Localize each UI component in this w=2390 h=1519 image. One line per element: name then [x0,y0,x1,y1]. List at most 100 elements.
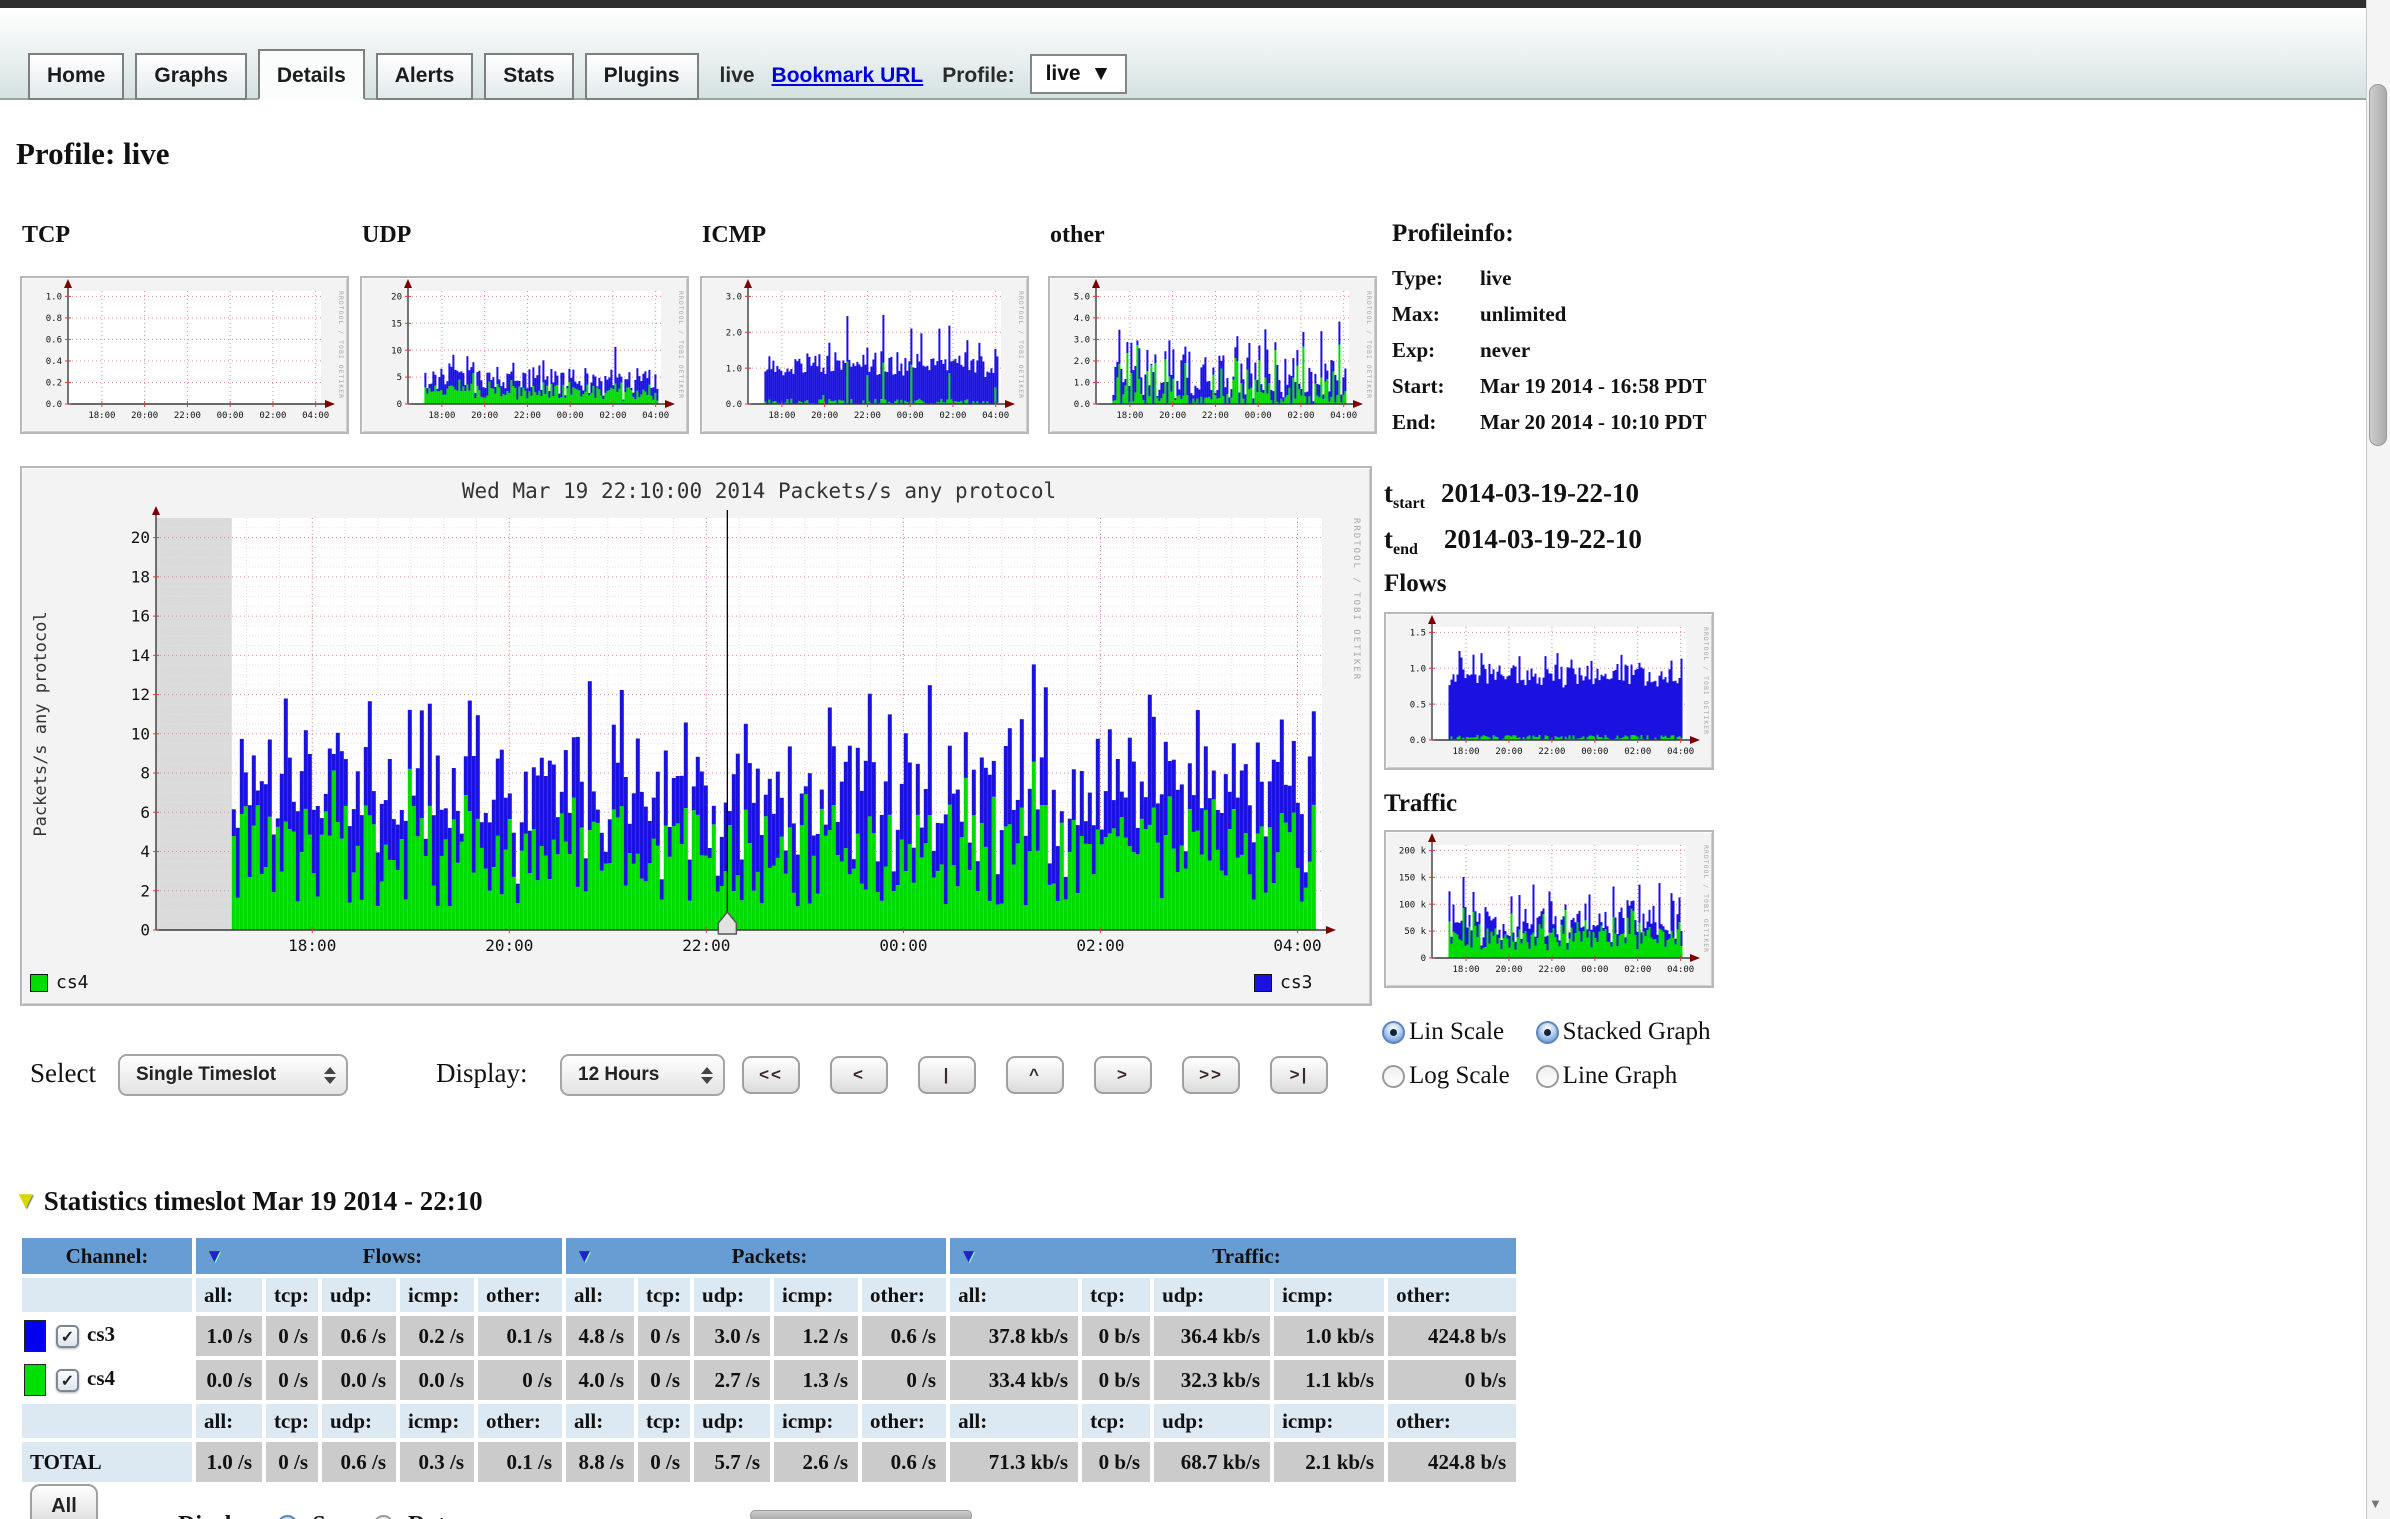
svg-text:02:00: 02:00 [599,411,626,421]
radio-option-line-graph[interactable]: Line Graph [1536,1062,1711,1090]
subheader-tcp: tcp: [1082,1278,1150,1312]
svg-text:0: 0 [1421,954,1426,964]
total-value: 0 /s [266,1442,318,1482]
total-value: 8.8 /s [566,1442,634,1482]
table-subheader-row: all:tcp:udp:icmp:other:all:tcp:udp:icmp:… [22,1278,1516,1312]
all-button[interactable]: All [30,1484,98,1519]
svg-text:04:00: 04:00 [302,411,329,421]
chevron-down-icon: ▼ [1091,62,1112,86]
stat-value: 0 /s [478,1360,562,1400]
chart-svg-other: 0.01.02.03.04.05.018:0020:0022:0000:0002… [1050,278,1375,432]
subheader-icmp: icmp: [774,1404,858,1438]
icmp-mini-chart[interactable]: 0.01.02.03.018:0020:0022:0000:0002:0004:… [700,276,1029,434]
profileinfo-row: Exp:never [1392,332,1707,368]
collapse-triangle-icon[interactable]: ▼ [14,1188,38,1215]
svg-text:RRDTOOL / TOBI OETIKER: RRDTOOL / TOBI OETIKER [677,291,685,399]
radio-icon[interactable] [1382,1065,1405,1088]
page-title: Profile: live [16,136,170,172]
profile-dropdown-value: live [1046,62,1081,86]
select-arrows-icon [701,1067,713,1084]
group-header-packets[interactable]: ▼Packets: [566,1238,946,1274]
svg-text:0.0: 0.0 [1074,400,1090,410]
subheader-udp: udp: [694,1278,770,1312]
display-range-select[interactable]: 12 Hours [560,1054,725,1096]
sort-triangle-icon[interactable]: ▼ [959,1246,978,1268]
nav-back-button[interactable]: < [830,1056,888,1094]
timeslot-mode-select[interactable]: Single Timeslot [118,1054,348,1096]
nav-up-button[interactable]: ^ [1006,1056,1064,1094]
channel-header: Channel: [22,1238,192,1274]
svg-text:02:00: 02:00 [1624,965,1651,975]
sort-triangle-icon[interactable]: ▼ [205,1246,224,1268]
bookmark-url-link[interactable]: Bookmark URL [772,64,924,88]
sort-triangle-icon[interactable]: ▼ [575,1246,594,1268]
radio-option-label: Line Graph [1563,1062,1678,1090]
radio-option-log-scale[interactable]: Log Scale [1382,1062,1510,1090]
svg-text:4.0: 4.0 [1074,314,1090,324]
vertical-scrollbar-thumb[interactable] [2369,84,2387,446]
footer-rate-radio[interactable] [373,1515,394,1519]
svg-text:0.5: 0.5 [1410,700,1426,710]
radio-icon[interactable] [1536,1065,1559,1088]
subheader-all: all: [566,1404,634,1438]
svg-text:20:00: 20:00 [811,411,838,421]
radio-icon[interactable] [1536,1021,1559,1044]
stat-value: 37.8 kb/s [950,1316,1078,1356]
tab-alerts[interactable]: Alerts [376,53,474,100]
svg-text:22:00: 22:00 [514,411,541,421]
other-mini-chart[interactable]: 0.01.02.03.04.05.018:0020:0022:0000:0002… [1048,276,1377,434]
tab-details[interactable]: Details [258,49,365,100]
subheader-icmp: icmp: [400,1404,474,1438]
cs4-checkbox[interactable]: ✓ [56,1369,79,1392]
svg-text:18:00: 18:00 [1452,747,1479,757]
svg-text:3.0: 3.0 [726,293,742,303]
channel-cell-cs4: ✓cs4 [22,1360,192,1400]
nav-pause-button[interactable]: | [918,1056,976,1094]
total-value: 5.7 /s [694,1442,770,1482]
group-header-flows[interactable]: ▼Flows: [196,1238,562,1274]
stat-value: 3.0 /s [694,1316,770,1356]
subheader-tcp: tcp: [638,1278,690,1312]
footer-sum-radio[interactable] [277,1515,298,1519]
radio-option-stacked-graph[interactable]: Stacked Graph [1536,1018,1711,1046]
horizontal-scrollbar-thumb[interactable] [750,1510,972,1519]
profileinfo-row: Max:unlimited [1392,296,1707,332]
flows-mini-chart[interactable]: 0.00.51.01.518:0020:0022:0000:0002:0004:… [1384,612,1714,770]
total-value: 71.3 kb/s [950,1442,1078,1482]
tend-value: 2014-03-19-22-10 [1444,524,1642,554]
tab-plugins[interactable]: Plugins [585,53,699,100]
radio-icon[interactable] [1382,1021,1405,1044]
nav-forward-button[interactable]: > [1094,1056,1152,1094]
profile-dropdown[interactable]: live ▼ [1030,54,1128,94]
profileinfo-row: Start:Mar 19 2014 - 16:58 PDT [1392,368,1707,404]
svg-text:1.0: 1.0 [1410,664,1426,674]
total-value: 1.0 /s [196,1442,262,1482]
svg-text:RRDTOOL / TOBI OETIKER: RRDTOOL / TOBI OETIKER [1351,518,1361,681]
stat-value: 0.0 /s [400,1360,474,1400]
udp-mini-chart[interactable]: 0510152018:0020:0022:0000:0002:0004:00RR… [360,276,689,434]
subheader-spacer [22,1404,192,1438]
svg-text:5: 5 [397,373,402,383]
cs3-checkbox[interactable]: ✓ [56,1325,79,1348]
stat-value: 1.2 /s [774,1316,858,1356]
window-top-edge [0,0,2390,8]
traffic-mini-chart[interactable]: 050 k100 k150 k200 k18:0020:0022:0000:00… [1384,830,1714,988]
scrollbar-down-arrow-icon[interactable]: ▼ [2369,1496,2382,1512]
total-value: 2.6 /s [774,1442,858,1482]
tab-stats[interactable]: Stats [484,53,573,100]
main-timeline-chart[interactable]: 0246810121416182018:0020:0022:0000:0002:… [20,466,1372,1006]
svg-text:04:00: 04:00 [1273,936,1321,955]
nav-fast-back-button[interactable]: << [742,1056,800,1094]
nav-fast-forward-button[interactable]: >> [1182,1056,1240,1094]
svg-text:04:00: 04:00 [1667,965,1694,975]
tab-home[interactable]: Home [28,53,124,100]
tcp-mini-chart[interactable]: 0.00.20.40.60.81.018:0020:0022:0000:0002… [20,276,349,434]
svg-text:2.0: 2.0 [1074,357,1090,367]
nav-end-button[interactable]: >| [1270,1056,1328,1094]
radio-option-lin-scale[interactable]: Lin Scale [1382,1018,1510,1046]
tab-graphs[interactable]: Graphs [135,53,247,100]
svg-text:3.0: 3.0 [1074,336,1090,346]
svg-text:6: 6 [140,803,150,822]
group-header-traffic[interactable]: ▼Traffic: [950,1238,1516,1274]
svg-text:150 k: 150 k [1399,873,1427,883]
